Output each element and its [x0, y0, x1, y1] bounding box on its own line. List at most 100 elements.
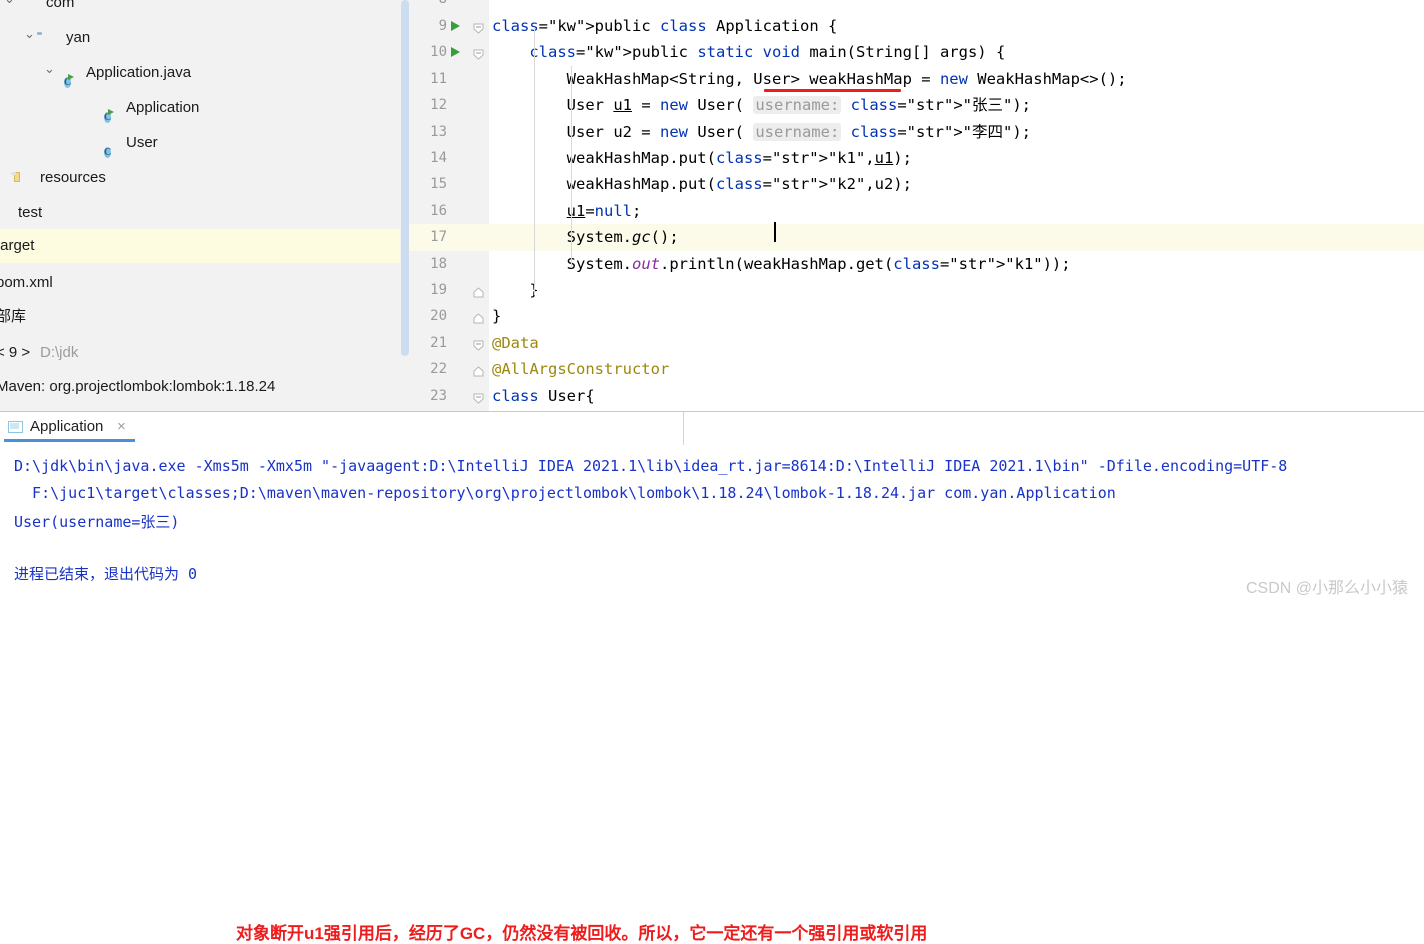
editor-code-area[interactable]: class="kw">public class Application { cl…: [489, 0, 1424, 411]
tree-row[interactable]: 部库: [0, 300, 400, 334]
gutter-line[interactable]: 19: [409, 277, 489, 303]
tree-row[interactable]: Maven: org.projectlombok:lombok:1.18.24: [0, 370, 400, 404]
line-number: 22: [430, 361, 447, 378]
gutter-line[interactable]: 18: [409, 251, 489, 277]
code-line[interactable]: @Data: [489, 330, 1424, 356]
code-line[interactable]: WeakHashMap<String, User> weakHashMap = …: [489, 66, 1424, 92]
gutter-line[interactable]: 15: [409, 171, 489, 197]
chevron-down-icon[interactable]: ⌄: [24, 17, 35, 51]
gutter-line[interactable]: 20: [409, 303, 489, 329]
gutter-line[interactable]: 21: [409, 330, 489, 356]
ide-window: ⌄com⌄yan⌄CApplication.javaCApplicationCU…: [0, 0, 1424, 943]
line-number: 21: [430, 334, 447, 351]
tree-row-label: 部库: [0, 308, 27, 325]
code-editor[interactable]: 8 9 10 11 12 13 14 15 16 17 18 19 20 21 22 23 class="kw…: [409, 0, 1424, 411]
fold-collapse-icon[interactable]: [473, 47, 484, 61]
code-line[interactable]: u1=null;: [489, 198, 1424, 224]
editor-gutter[interactable]: 8 9 10 11 12 13 14 15 16 17 18 19 20 21 22 23: [409, 0, 489, 411]
console-line: F:\juc1\target\classes;D:\maven\maven-re…: [14, 484, 1116, 502]
tree-row-label: User: [126, 134, 158, 151]
gutter-line[interactable]: 16: [409, 198, 489, 224]
tree-row[interactable]: C User: [0, 126, 400, 160]
line-number: 17: [430, 229, 447, 246]
tree-row[interactable]: pom.xml: [0, 266, 400, 300]
tab-application[interactable]: Application ×: [4, 412, 135, 442]
code-line[interactable]: class User{: [489, 383, 1424, 409]
console-output[interactable]: D:\jdk\bin\java.exe -Xms5m -Xmx5m "-java…: [0, 445, 1424, 606]
line-number: 10: [430, 44, 447, 61]
fold-end-icon[interactable]: [473, 364, 484, 377]
gutter-line[interactable]: 22: [409, 356, 489, 382]
console-line: User(username=张三): [14, 513, 180, 531]
code-line[interactable]: weakHashMap.put(class="str">"k1",u1);: [489, 145, 1424, 171]
project-tree-scrollbar-thumb[interactable]: [401, 0, 409, 356]
gutter-line[interactable]: 9: [409, 13, 489, 39]
annotation-text: 对象断开u1强引用后，经历了GC，仍然没有被回收。所以，它一定还有一个强引用或软…: [236, 924, 928, 943]
line-number: 11: [430, 70, 447, 87]
close-icon[interactable]: ×: [117, 412, 126, 442]
tree-row-label: test: [18, 204, 43, 221]
run-gutter-icon[interactable]: [451, 21, 460, 31]
code-line[interactable]: class="kw">public class Application {: [489, 13, 1424, 39]
tree-row-label: pom.xml: [0, 274, 53, 291]
line-number: 15: [430, 176, 447, 193]
run-gutter-icon[interactable]: [451, 47, 460, 58]
text-caret: [774, 222, 776, 242]
tab-active-underline: [4, 439, 135, 442]
tree-row[interactable]: target: [0, 229, 400, 263]
line-number: 18: [430, 255, 447, 272]
gutter-line[interactable]: 14: [409, 145, 489, 171]
code-line[interactable]: class="kw">public static void main(Strin…: [489, 39, 1424, 65]
fold-collapse-icon[interactable]: [473, 391, 484, 404]
code-line[interactable]: }: [489, 303, 1424, 329]
console-tab-bar: Application ×: [0, 412, 1424, 445]
gutter-line[interactable]: 11: [409, 66, 489, 92]
fold-collapse-icon[interactable]: [473, 21, 484, 34]
tree-row[interactable]: resources: [0, 161, 400, 195]
code-line[interactable]: System.gc();: [489, 224, 1424, 251]
fold-end-icon[interactable]: [473, 311, 484, 324]
tree-row-label: Application.java: [86, 64, 192, 81]
tree-row[interactable]: ⌄ com: [0, 0, 400, 20]
tree-row[interactable]: < 9 > D:\jdk: [0, 336, 400, 370]
gutter-line[interactable]: 10: [409, 39, 489, 65]
line-number: 14: [430, 150, 447, 166]
gutter-line[interactable]: 23: [409, 383, 489, 409]
tree-row-sublabel: D:\jdk: [40, 344, 79, 361]
tab-application-label: Application: [30, 418, 104, 435]
console-window-icon: [8, 421, 23, 433]
tree-row-label: < 9 >: [0, 344, 31, 361]
line-number: 9: [438, 18, 447, 34]
code-line[interactable]: System.out.println(weakHashMap.get(class…: [489, 251, 1424, 277]
watermark: CSDN @小那么小小猿: [1245, 580, 1408, 597]
tree-row[interactable]: ⌄ yan: [0, 21, 400, 55]
project-tree[interactable]: ⌄com⌄yan⌄CApplication.javaCApplicationCU…: [0, 0, 400, 411]
code-line[interactable]: }: [489, 277, 1424, 303]
code-line[interactable]: User u1 = new User( username: class="str…: [489, 92, 1424, 118]
tree-row-label: target: [0, 237, 35, 254]
tree-row-label: resources: [40, 169, 106, 186]
red-underline-annotation: [764, 89, 901, 92]
indent-guide: [571, 66, 572, 268]
project-tree-scrollbar[interactable]: [400, 0, 409, 411]
code-line[interactable]: weakHashMap.put(class="str">"k2",u2);: [489, 171, 1424, 197]
line-number: 19: [430, 282, 447, 298]
tree-row[interactable]: test: [0, 196, 400, 230]
chevron-down-icon[interactable]: ⌄: [44, 52, 55, 86]
indent-guide: [534, 27, 535, 295]
line-number: 13: [430, 123, 447, 140]
fold-end-icon[interactable]: [473, 285, 484, 298]
console-line: D:\jdk\bin\java.exe -Xms5m -Xmx5m "-java…: [14, 457, 1288, 475]
fold-collapse-icon[interactable]: [473, 338, 484, 351]
code-line[interactable]: User u2 = new User( username: class="str…: [489, 119, 1424, 145]
gutter-line[interactable]: 13: [409, 119, 489, 145]
gutter-line[interactable]: 17: [409, 224, 489, 251]
gutter-line[interactable]: 12: [409, 92, 489, 118]
line-number-partial: 8: [439, 0, 447, 12]
chevron-down-icon[interactable]: ⌄: [4, 0, 15, 16]
code-line[interactable]: @AllArgsConstructor: [489, 356, 1424, 382]
line-number: 23: [430, 387, 447, 404]
tree-row[interactable]: ⌄ C Application.java: [0, 56, 400, 90]
tree-row-label: Application: [126, 99, 200, 116]
tree-row[interactable]: C Application: [0, 91, 400, 125]
